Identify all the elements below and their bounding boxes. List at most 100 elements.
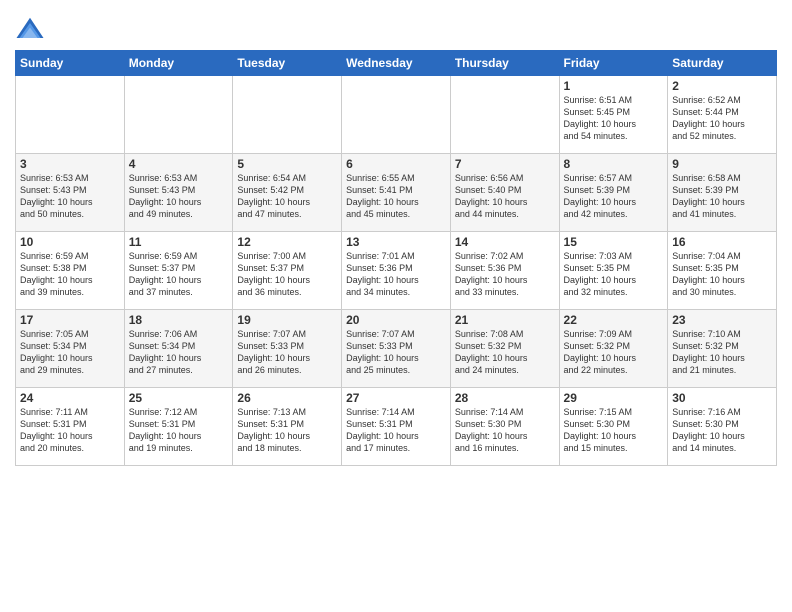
day-info: Sunrise: 7:05 AM Sunset: 5:34 PM Dayligh… — [20, 328, 120, 377]
day-info: Sunrise: 7:11 AM Sunset: 5:31 PM Dayligh… — [20, 406, 120, 455]
day-cell-28: 28Sunrise: 7:14 AM Sunset: 5:30 PM Dayli… — [450, 388, 559, 466]
day-number: 19 — [237, 313, 337, 327]
day-number: 17 — [20, 313, 120, 327]
day-number: 26 — [237, 391, 337, 405]
day-cell-30: 30Sunrise: 7:16 AM Sunset: 5:30 PM Dayli… — [668, 388, 777, 466]
day-cell-12: 12Sunrise: 7:00 AM Sunset: 5:37 PM Dayli… — [233, 232, 342, 310]
day-info: Sunrise: 6:54 AM Sunset: 5:42 PM Dayligh… — [237, 172, 337, 221]
day-info: Sunrise: 6:59 AM Sunset: 5:38 PM Dayligh… — [20, 250, 120, 299]
day-cell-21: 21Sunrise: 7:08 AM Sunset: 5:32 PM Dayli… — [450, 310, 559, 388]
day-number: 14 — [455, 235, 555, 249]
day-cell-8: 8Sunrise: 6:57 AM Sunset: 5:39 PM Daylig… — [559, 154, 668, 232]
week-row-1: 3Sunrise: 6:53 AM Sunset: 5:43 PM Daylig… — [16, 154, 777, 232]
weekday-header-wednesday: Wednesday — [342, 51, 451, 76]
day-info: Sunrise: 7:14 AM Sunset: 5:30 PM Dayligh… — [455, 406, 555, 455]
day-info: Sunrise: 6:58 AM Sunset: 5:39 PM Dayligh… — [672, 172, 772, 221]
day-info: Sunrise: 7:01 AM Sunset: 5:36 PM Dayligh… — [346, 250, 446, 299]
day-info: Sunrise: 7:07 AM Sunset: 5:33 PM Dayligh… — [346, 328, 446, 377]
empty-cell — [233, 76, 342, 154]
day-info: Sunrise: 7:14 AM Sunset: 5:31 PM Dayligh… — [346, 406, 446, 455]
day-info: Sunrise: 7:12 AM Sunset: 5:31 PM Dayligh… — [129, 406, 229, 455]
day-cell-22: 22Sunrise: 7:09 AM Sunset: 5:32 PM Dayli… — [559, 310, 668, 388]
day-info: Sunrise: 7:07 AM Sunset: 5:33 PM Dayligh… — [237, 328, 337, 377]
day-number: 22 — [564, 313, 664, 327]
day-number: 21 — [455, 313, 555, 327]
day-info: Sunrise: 7:08 AM Sunset: 5:32 PM Dayligh… — [455, 328, 555, 377]
day-info: Sunrise: 7:10 AM Sunset: 5:32 PM Dayligh… — [672, 328, 772, 377]
day-cell-1: 1Sunrise: 6:51 AM Sunset: 5:45 PM Daylig… — [559, 76, 668, 154]
day-cell-18: 18Sunrise: 7:06 AM Sunset: 5:34 PM Dayli… — [124, 310, 233, 388]
day-info: Sunrise: 7:13 AM Sunset: 5:31 PM Dayligh… — [237, 406, 337, 455]
day-cell-16: 16Sunrise: 7:04 AM Sunset: 5:35 PM Dayli… — [668, 232, 777, 310]
week-row-3: 17Sunrise: 7:05 AM Sunset: 5:34 PM Dayli… — [16, 310, 777, 388]
day-number: 25 — [129, 391, 229, 405]
weekday-header-tuesday: Tuesday — [233, 51, 342, 76]
weekday-header-sunday: Sunday — [16, 51, 125, 76]
day-number: 1 — [564, 79, 664, 93]
weekday-header-monday: Monday — [124, 51, 233, 76]
day-info: Sunrise: 7:04 AM Sunset: 5:35 PM Dayligh… — [672, 250, 772, 299]
day-cell-20: 20Sunrise: 7:07 AM Sunset: 5:33 PM Dayli… — [342, 310, 451, 388]
day-info: Sunrise: 6:52 AM Sunset: 5:44 PM Dayligh… — [672, 94, 772, 143]
weekday-header-row: SundayMondayTuesdayWednesdayThursdayFrid… — [16, 51, 777, 76]
weekday-header-friday: Friday — [559, 51, 668, 76]
day-number: 11 — [129, 235, 229, 249]
day-number: 30 — [672, 391, 772, 405]
day-info: Sunrise: 7:09 AM Sunset: 5:32 PM Dayligh… — [564, 328, 664, 377]
week-row-4: 24Sunrise: 7:11 AM Sunset: 5:31 PM Dayli… — [16, 388, 777, 466]
day-info: Sunrise: 6:59 AM Sunset: 5:37 PM Dayligh… — [129, 250, 229, 299]
week-row-2: 10Sunrise: 6:59 AM Sunset: 5:38 PM Dayli… — [16, 232, 777, 310]
day-cell-14: 14Sunrise: 7:02 AM Sunset: 5:36 PM Dayli… — [450, 232, 559, 310]
day-number: 8 — [564, 157, 664, 171]
day-cell-7: 7Sunrise: 6:56 AM Sunset: 5:40 PM Daylig… — [450, 154, 559, 232]
day-info: Sunrise: 7:16 AM Sunset: 5:30 PM Dayligh… — [672, 406, 772, 455]
empty-cell — [16, 76, 125, 154]
weekday-header-saturday: Saturday — [668, 51, 777, 76]
day-info: Sunrise: 6:51 AM Sunset: 5:45 PM Dayligh… — [564, 94, 664, 143]
day-info: Sunrise: 6:55 AM Sunset: 5:41 PM Dayligh… — [346, 172, 446, 221]
day-number: 5 — [237, 157, 337, 171]
day-info: Sunrise: 7:00 AM Sunset: 5:37 PM Dayligh… — [237, 250, 337, 299]
day-number: 18 — [129, 313, 229, 327]
day-cell-11: 11Sunrise: 6:59 AM Sunset: 5:37 PM Dayli… — [124, 232, 233, 310]
day-number: 15 — [564, 235, 664, 249]
day-info: Sunrise: 6:56 AM Sunset: 5:40 PM Dayligh… — [455, 172, 555, 221]
day-cell-13: 13Sunrise: 7:01 AM Sunset: 5:36 PM Dayli… — [342, 232, 451, 310]
day-number: 9 — [672, 157, 772, 171]
day-cell-6: 6Sunrise: 6:55 AM Sunset: 5:41 PM Daylig… — [342, 154, 451, 232]
empty-cell — [342, 76, 451, 154]
day-cell-2: 2Sunrise: 6:52 AM Sunset: 5:44 PM Daylig… — [668, 76, 777, 154]
weekday-header-thursday: Thursday — [450, 51, 559, 76]
day-cell-4: 4Sunrise: 6:53 AM Sunset: 5:43 PM Daylig… — [124, 154, 233, 232]
page-container: SundayMondayTuesdayWednesdayThursdayFrid… — [0, 0, 792, 476]
day-cell-9: 9Sunrise: 6:58 AM Sunset: 5:39 PM Daylig… — [668, 154, 777, 232]
day-number: 16 — [672, 235, 772, 249]
day-cell-23: 23Sunrise: 7:10 AM Sunset: 5:32 PM Dayli… — [668, 310, 777, 388]
logo-area — [15, 10, 47, 44]
day-cell-24: 24Sunrise: 7:11 AM Sunset: 5:31 PM Dayli… — [16, 388, 125, 466]
day-number: 6 — [346, 157, 446, 171]
day-number: 23 — [672, 313, 772, 327]
day-info: Sunrise: 6:57 AM Sunset: 5:39 PM Dayligh… — [564, 172, 664, 221]
day-number: 3 — [20, 157, 120, 171]
day-number: 24 — [20, 391, 120, 405]
day-cell-5: 5Sunrise: 6:54 AM Sunset: 5:42 PM Daylig… — [233, 154, 342, 232]
day-number: 28 — [455, 391, 555, 405]
day-info: Sunrise: 7:03 AM Sunset: 5:35 PM Dayligh… — [564, 250, 664, 299]
day-info: Sunrise: 6:53 AM Sunset: 5:43 PM Dayligh… — [129, 172, 229, 221]
day-number: 2 — [672, 79, 772, 93]
day-info: Sunrise: 7:02 AM Sunset: 5:36 PM Dayligh… — [455, 250, 555, 299]
day-info: Sunrise: 7:06 AM Sunset: 5:34 PM Dayligh… — [129, 328, 229, 377]
day-number: 4 — [129, 157, 229, 171]
day-number: 20 — [346, 313, 446, 327]
day-info: Sunrise: 6:53 AM Sunset: 5:43 PM Dayligh… — [20, 172, 120, 221]
day-cell-27: 27Sunrise: 7:14 AM Sunset: 5:31 PM Dayli… — [342, 388, 451, 466]
empty-cell — [124, 76, 233, 154]
empty-cell — [450, 76, 559, 154]
day-cell-15: 15Sunrise: 7:03 AM Sunset: 5:35 PM Dayli… — [559, 232, 668, 310]
logo-icon — [15, 14, 45, 44]
day-number: 7 — [455, 157, 555, 171]
day-number: 10 — [20, 235, 120, 249]
day-number: 13 — [346, 235, 446, 249]
header — [15, 10, 777, 44]
